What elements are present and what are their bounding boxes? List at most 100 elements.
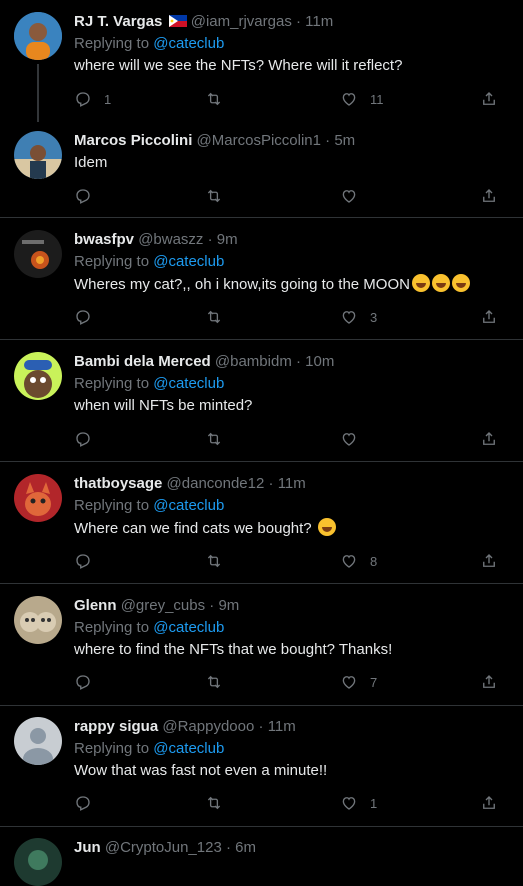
user-handle[interactable]: @danconde12 — [167, 475, 265, 492]
reply-icon — [76, 310, 90, 325]
reply-button[interactable] — [74, 793, 92, 813]
share-icon — [483, 310, 495, 323]
reply-icon — [76, 554, 90, 569]
user-handle[interactable]: @bwaszz — [138, 231, 203, 248]
like-button[interactable]: 3 — [340, 307, 377, 327]
retweet-button[interactable] — [205, 793, 223, 813]
display-name[interactable]: rappy sigua — [74, 718, 158, 735]
mention-link[interactable]: @cateclub — [153, 375, 224, 392]
avatar[interactable] — [14, 131, 62, 179]
share-button[interactable] — [480, 793, 498, 813]
display-name[interactable]: Glenn — [74, 597, 117, 614]
display-name[interactable]: bwasfpv — [74, 231, 134, 248]
avatar[interactable] — [14, 838, 62, 886]
heart-icon — [342, 190, 356, 203]
retweet-icon — [207, 310, 221, 324]
tweet-text-content: Wheres my cat?,, oh i know,its going to … — [74, 276, 410, 293]
retweet-icon — [207, 432, 221, 446]
reply-button[interactable] — [74, 672, 92, 692]
avatar[interactable] — [14, 474, 62, 522]
display-name[interactable]: Jun — [74, 839, 101, 856]
user-handle[interactable]: @CryptoJun_123 — [105, 839, 222, 856]
like-button[interactable] — [340, 186, 358, 206]
timestamp[interactable]: 9m — [218, 597, 239, 614]
reply-icon — [76, 675, 90, 690]
avatar[interactable] — [14, 717, 62, 765]
mention-link[interactable]: @cateclub — [153, 253, 224, 270]
separator-dot: · — [295, 353, 301, 370]
heart-icon — [342, 311, 356, 324]
like-count: 3 — [370, 309, 378, 325]
user-handle[interactable]: @grey_cubs — [121, 597, 205, 614]
user-handle[interactable]: @MarcosPiccolin1 — [197, 132, 321, 149]
reply-button[interactable] — [74, 186, 92, 206]
share-icon — [483, 675, 495, 688]
tweet-body: Marcos Piccolini @MarcosPiccolin1 · 5m I… — [74, 131, 513, 173]
share-button[interactable] — [480, 429, 498, 449]
tweet-actions: 8 — [74, 551, 508, 571]
display-name[interactable]: thatboysage — [74, 475, 162, 492]
replying-to: Replying to @cateclub — [74, 252, 513, 272]
timestamp[interactable]: 5m — [334, 132, 355, 149]
display-name[interactable]: Bambi dela Merced — [74, 353, 211, 370]
replying-to: Replying to @cateclub — [74, 496, 513, 516]
retweet-button[interactable] — [205, 307, 223, 327]
replying-to-label: Replying to — [74, 375, 150, 392]
user-handle[interactable]: @bambidm — [215, 353, 292, 370]
separator-dot: · — [207, 231, 213, 248]
tweet-body: rappy sigua @Rappydooo · 11m Replying to… — [74, 717, 513, 781]
share-button[interactable] — [480, 186, 498, 206]
avatar[interactable] — [14, 230, 62, 278]
mention-link[interactable]: @cateclub — [153, 497, 224, 514]
heart-icon — [342, 797, 356, 810]
tweet-text: where to find the NFTs that we bought? T… — [74, 641, 393, 658]
tweet-body: Jun @CryptoJun_123 · 6m — [74, 838, 513, 858]
retweet-icon — [207, 796, 221, 810]
replying-to-label: Replying to — [74, 497, 150, 514]
tweet-text: Wow that was fast not even a minute!! — [74, 762, 328, 779]
tweet-body: Glenn @grey_cubs · 9m Replying to @catec… — [74, 596, 513, 660]
timestamp[interactable]: 11m — [278, 475, 306, 492]
tweet-header: rappy sigua @Rappydooo · 11m — [74, 717, 513, 737]
retweet-button[interactable] — [205, 551, 223, 571]
like-button[interactable]: 7 — [340, 672, 377, 692]
separator-dot: · — [268, 475, 274, 492]
tweet-actions — [74, 186, 508, 206]
timestamp[interactable]: 10m — [305, 353, 334, 370]
reply-button[interactable] — [74, 429, 92, 449]
rofl-emoji-icon — [411, 274, 430, 292]
share-button[interactable] — [480, 551, 498, 571]
like-button[interactable] — [340, 429, 358, 449]
tweet-actions: 1 — [74, 793, 508, 813]
share-button[interactable] — [480, 672, 498, 692]
timestamp[interactable]: 6m — [235, 839, 256, 856]
share-icon — [483, 432, 495, 445]
like-count: 1 — [370, 795, 378, 811]
reply-button[interactable] — [74, 551, 92, 571]
share-button[interactable] — [480, 307, 498, 327]
avatar[interactable] — [14, 352, 62, 400]
retweet-button[interactable] — [205, 429, 223, 449]
reply-icon — [76, 189, 90, 204]
tweet-header: Marcos Piccolini @MarcosPiccolin1 · 5m — [74, 131, 513, 151]
display-name[interactable]: Marcos Piccolini — [74, 132, 192, 149]
user-handle[interactable]: @Rappydooo — [162, 718, 254, 735]
separator-dot: · — [258, 718, 264, 735]
share-icon — [483, 554, 495, 567]
retweet-icon — [207, 675, 221, 689]
tweet-header: Jun @CryptoJun_123 · 6m — [74, 838, 513, 858]
mention-link[interactable]: @cateclub — [153, 740, 224, 757]
heart-icon — [342, 676, 356, 689]
retweet-button[interactable] — [205, 186, 223, 206]
tweet-header: thatboysage @danconde12 · 11m — [74, 474, 513, 494]
like-button[interactable]: 1 — [340, 793, 377, 813]
avatar[interactable] — [14, 596, 62, 644]
reply-button[interactable] — [74, 307, 92, 327]
like-button[interactable]: 8 — [340, 551, 377, 571]
retweet-button[interactable] — [205, 672, 223, 692]
mention-link[interactable]: @cateclub — [153, 619, 224, 636]
retweet-icon — [207, 554, 221, 568]
timestamp[interactable]: 9m — [217, 231, 238, 248]
replying-to: Replying to @cateclub — [74, 374, 513, 394]
timestamp[interactable]: 11m — [268, 718, 296, 735]
